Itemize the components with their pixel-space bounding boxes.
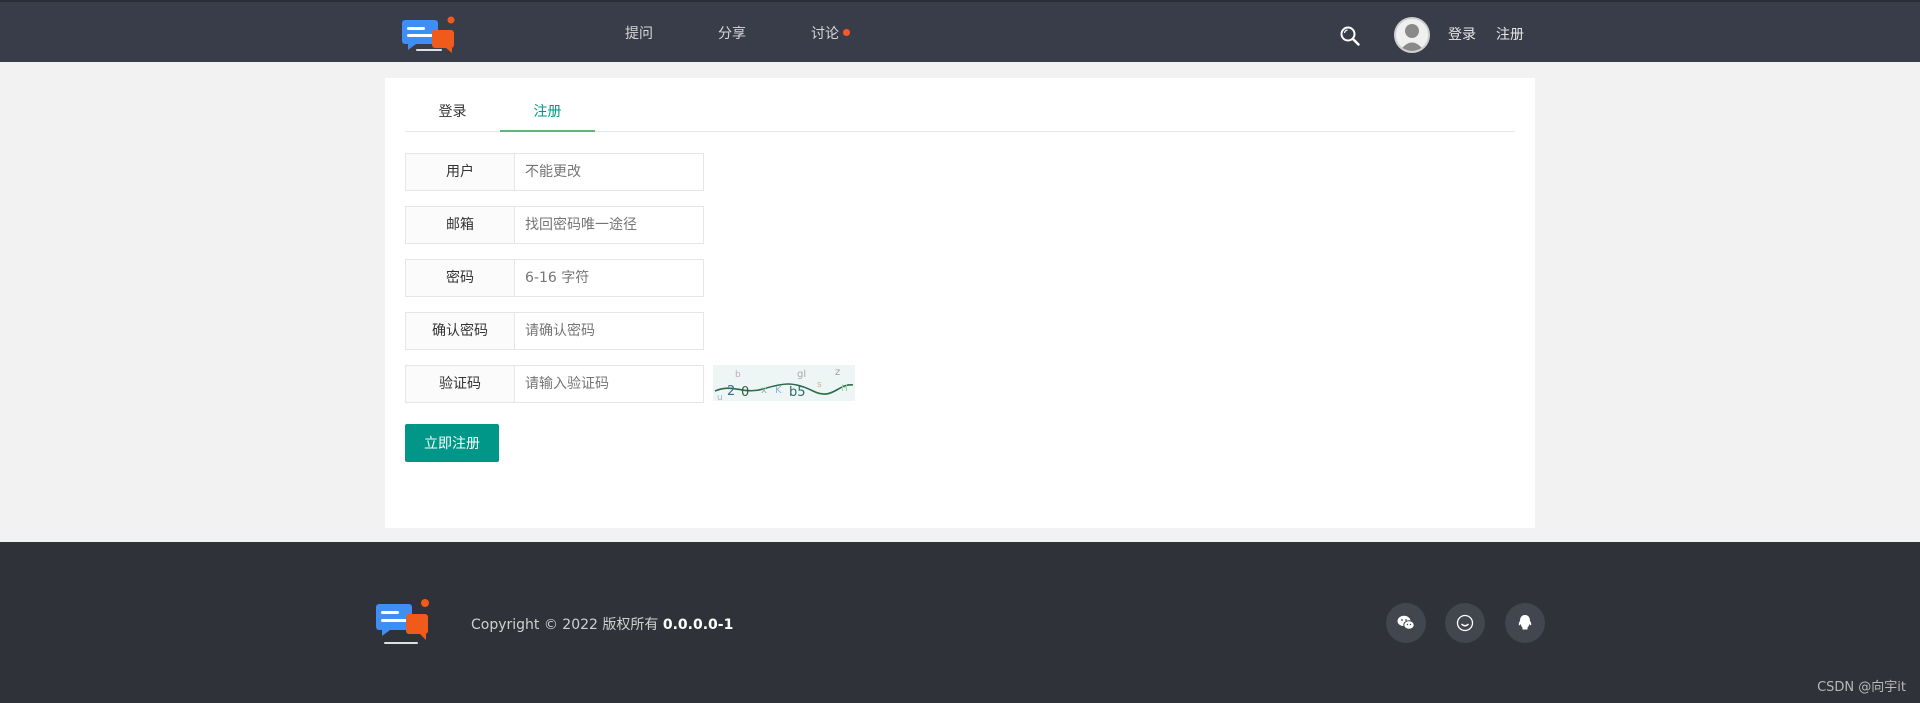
header-login-link[interactable]: 登录: [1448, 24, 1476, 44]
username-input[interactable]: [514, 153, 704, 191]
copyright-label: Copyright © 2022 版权所有: [471, 617, 659, 633]
watermark-text: CSDN @向宇it: [1817, 680, 1906, 695]
nav-label: 提问: [625, 26, 653, 42]
svg-text:H: H: [841, 384, 848, 394]
smile-icon: [1456, 614, 1474, 632]
svg-text:x: x: [761, 385, 767, 396]
svg-text:b: b: [735, 370, 741, 380]
user-avatar[interactable]: [1394, 17, 1430, 53]
footer-logo[interactable]: [376, 598, 432, 648]
qq-button[interactable]: [1505, 603, 1545, 643]
nav-item-share[interactable]: 分享: [718, 23, 746, 43]
email-input[interactable]: [514, 206, 704, 244]
wechat-button[interactable]: [1386, 603, 1426, 643]
captcha-noise-graphic: b 2 0 x K b5 gl z u s H: [713, 365, 855, 403]
svg-text:K: K: [775, 385, 782, 396]
site-logo[interactable]: [402, 16, 458, 54]
email-label: 邮箱: [405, 206, 515, 244]
svg-text:2: 2: [727, 384, 735, 399]
tab-login[interactable]: 登录: [405, 92, 500, 132]
svg-text:z: z: [835, 367, 840, 378]
svg-text:u: u: [717, 393, 723, 401]
confirm-password-input[interactable]: [514, 312, 704, 350]
chat-logo-icon: [402, 16, 455, 53]
search-button[interactable]: [1339, 25, 1361, 47]
svg-text:s: s: [817, 380, 822, 390]
captcha-image[interactable]: b 2 0 x K b5 gl z u s H: [713, 365, 855, 403]
chat-logo-icon: [376, 599, 429, 644]
register-card: 登录 注册 用户 邮箱 密码 确认密码 验证码 b 2 0 x K b5 gl …: [385, 78, 1535, 528]
version-number: 0.0.0.0-1: [662, 617, 734, 633]
svg-text:gl: gl: [797, 369, 806, 380]
qq-icon: [1518, 615, 1532, 630]
register-submit-button[interactable]: 立即注册: [405, 424, 499, 462]
search-icon: [1340, 26, 1360, 46]
notification-dot: [843, 29, 850, 36]
svg-text:b5: b5: [789, 385, 806, 400]
header-register-link[interactable]: 注册: [1496, 24, 1524, 44]
password-input[interactable]: [514, 259, 704, 297]
nav-label: 讨论: [811, 26, 839, 42]
password-label: 密码: [405, 259, 515, 297]
tab-register[interactable]: 注册: [500, 92, 595, 132]
nav-item-discuss[interactable]: 讨论: [811, 23, 850, 43]
svg-text:0: 0: [741, 385, 749, 400]
site-footer: Copyright © 2022 版权所有 0.0.0.0-1 CSDN @向宇…: [0, 542, 1920, 703]
username-label: 用户: [405, 153, 515, 191]
nav-label: 分享: [718, 26, 746, 42]
user-silhouette-icon: [1399, 24, 1425, 51]
top-header: 提问 分享 讨论 登录 注册: [0, 0, 1920, 62]
confirm-password-label: 确认密码: [405, 312, 515, 350]
nav-item-ask[interactable]: 提问: [625, 23, 653, 43]
copyright-text: Copyright © 2022 版权所有 0.0.0.0-1: [471, 614, 733, 634]
captcha-input[interactable]: [514, 365, 704, 403]
auth-tabs: 登录 注册: [405, 92, 1515, 132]
smile-button[interactable]: [1445, 603, 1485, 643]
captcha-label: 验证码: [405, 365, 515, 403]
wechat-icon: [1397, 615, 1415, 630]
